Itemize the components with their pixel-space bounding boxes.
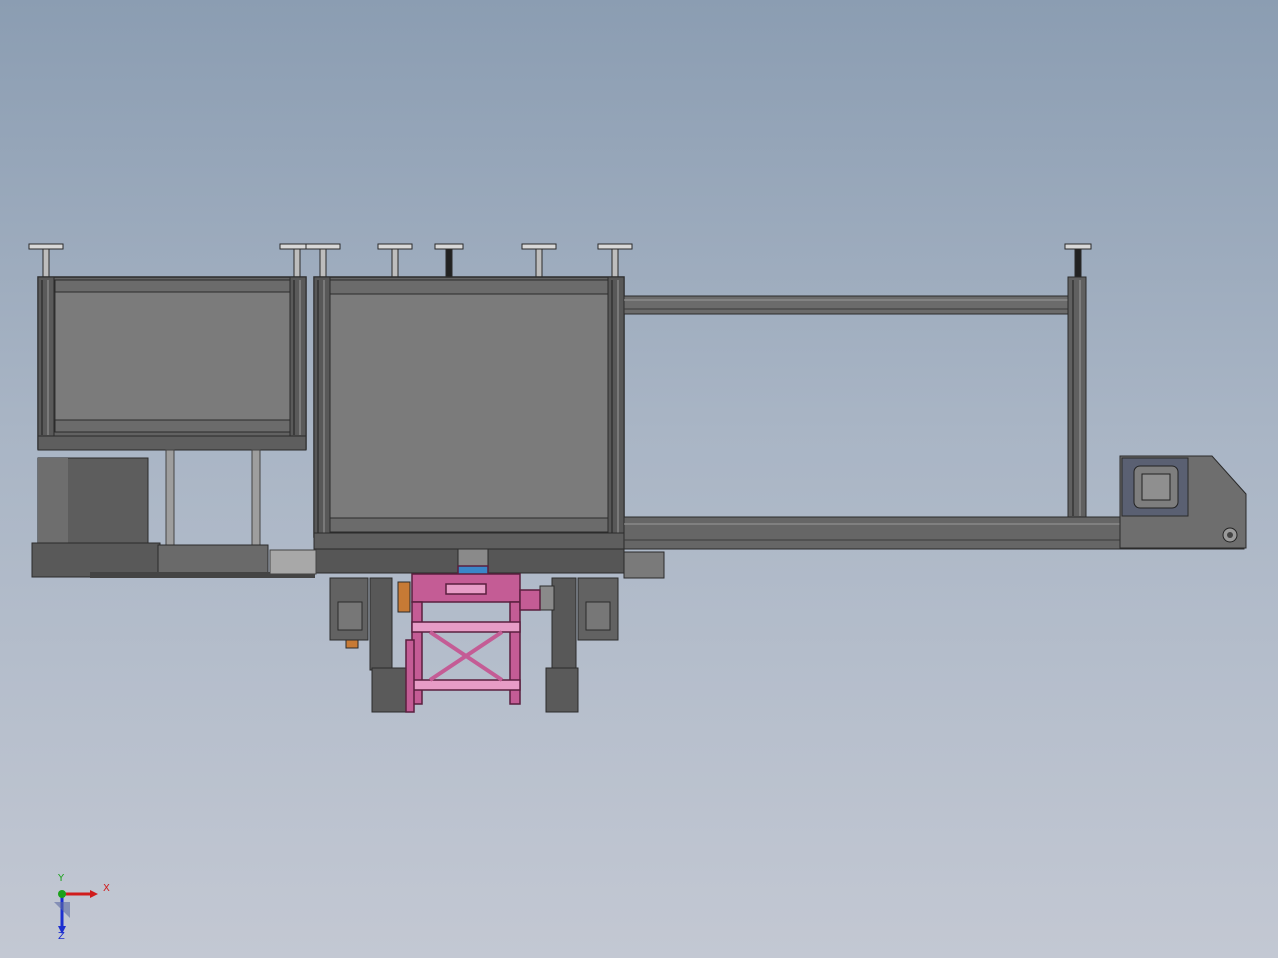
graphics-viewport[interactable]: X Y Z — [0, 0, 1278, 958]
leveling-foot — [28, 243, 64, 278]
main-cabinet[interactable] — [269, 276, 665, 579]
leveling-foot — [377, 243, 413, 278]
actuator-left — [329, 577, 411, 713]
leveling-foot — [1064, 243, 1092, 278]
assembly-model-view[interactable] — [0, 0, 1278, 958]
truss-lift-frame[interactable] — [405, 565, 541, 713]
leveling-foot — [434, 243, 464, 278]
x-axis-label: X — [103, 883, 110, 894]
orientation-triad: X Y Z — [40, 872, 120, 944]
z-axis-label: Z — [58, 931, 65, 942]
leveling-feet — [28, 243, 1092, 278]
left-cabinet[interactable] — [37, 276, 307, 451]
y-axis-label: Y — [58, 873, 65, 884]
y-axis-dot — [58, 890, 66, 898]
leveling-foot — [521, 243, 557, 278]
actuator-right — [539, 577, 619, 713]
leveling-foot — [597, 243, 633, 278]
leveling-foot — [305, 243, 341, 278]
motor-mount — [1119, 455, 1247, 549]
